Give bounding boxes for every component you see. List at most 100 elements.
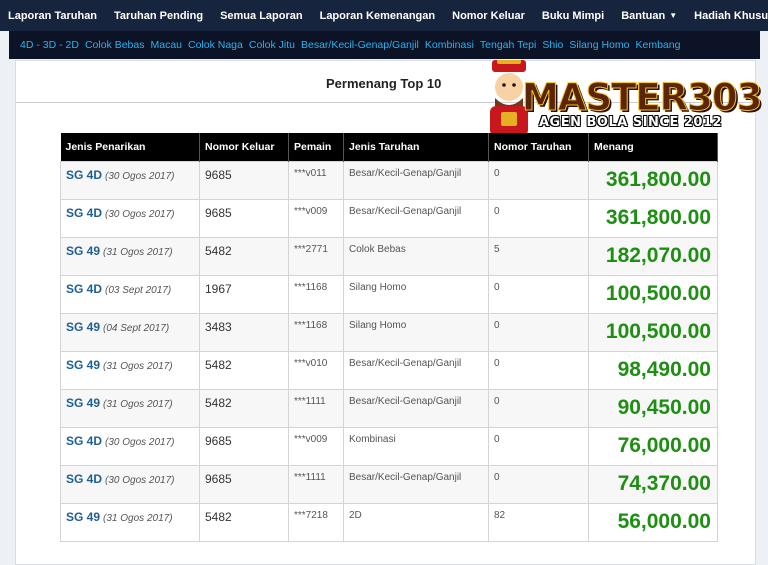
draw-date: (03 Sept 2017) (105, 284, 172, 296)
cell-jenis-taruhan: Colok Bebas (343, 236, 489, 276)
draw-date: (31 Ogos 2017) (103, 512, 173, 524)
winners-table-container: Jenis Penarikan Nomor Keluar Pemain Jeni… (60, 133, 718, 542)
cell-nomor-taruhan: 0 (488, 198, 589, 238)
subnav-tengah-tepi[interactable]: Tengah Tepi (480, 39, 536, 51)
pasaran-link[interactable]: SG 4D (66, 472, 102, 486)
cell-jenis-taruhan: Besar/Kecil-Genap/Ganjil (343, 160, 489, 200)
cell-jenis-penarikan: SG 4D (30 Ogos 2017) (60, 464, 200, 504)
header-jenis-penarikan: Jenis Penarikan (60, 133, 200, 161)
cell-pemain: ***2771 (288, 236, 344, 276)
cell-jenis-penarikan: SG 49 (31 Ogos 2017) (60, 350, 200, 390)
cell-pemain: ***7218 (288, 502, 344, 542)
table-row: SG 4D (03 Sept 2017) 1967 ***1168 Silang Hom… (60, 274, 718, 314)
pasaran-link[interactable]: SG 4D (66, 282, 102, 296)
cell-nomor-taruhan: 0 (488, 160, 589, 200)
table-row: SG 49 (31 Ogos 2017) 5482 ***2771 Colok Beba… (60, 236, 718, 276)
pasaran-link[interactable]: SG 49 (66, 320, 100, 334)
cell-pemain: ***v010 (288, 350, 344, 390)
cell-menang: 100,500.00 (588, 312, 718, 352)
cell-jenis-penarikan: SG 49 (31 Ogos 2017) (60, 502, 200, 542)
cell-nomor-taruhan: 5 (488, 236, 589, 276)
nav-laporan-kemenangan[interactable]: Laporan Kemenangan (320, 10, 436, 22)
game-type-navigation: 4D - 3D - 2D Colok Bebas Macau Colok Nag… (9, 31, 760, 59)
subnav-4d-3d-2d[interactable]: 4D - 3D - 2D (20, 39, 79, 51)
table-row: SG 49 (31 Ogos 2017) 5482 ***7218 2D 82 56,000… (60, 502, 718, 542)
draw-date: (30 Ogos 2017) (105, 170, 175, 182)
nav-taruhan-pending[interactable]: Taruhan Pending (114, 10, 203, 22)
cell-jenis-penarikan: SG 4D (30 Ogos 2017) (60, 426, 200, 466)
panel-title: Permenang Top 10 (326, 76, 442, 91)
nav-semua-laporan[interactable]: Semua Laporan (220, 10, 303, 22)
cell-jenis-taruhan: Besar/Kecil-Genap/Ganjil (343, 198, 489, 238)
cell-menang: 90,450.00 (588, 388, 718, 428)
header-pemain: Pemain (288, 133, 344, 161)
cell-pemain: ***1111 (288, 388, 344, 428)
cell-pemain: ***1168 (288, 274, 344, 314)
subnav-macau[interactable]: Macau (150, 39, 182, 51)
pasaran-link[interactable]: SG 49 (66, 396, 100, 410)
nav-bantuan-dropdown[interactable]: Bantuan ▼ (621, 10, 677, 22)
cell-nomor-keluar: 1967 (199, 274, 289, 314)
pasaran-link[interactable]: SG 4D (66, 168, 102, 182)
cell-jenis-taruhan: 2D (343, 502, 489, 542)
subnav-colok-naga[interactable]: Colok Naga (188, 39, 243, 51)
table-row: SG 49 (04 Sept 2017) 3483 ***1168 Silang Hom… (60, 312, 718, 352)
pasaran-link[interactable]: SG 49 (66, 244, 100, 258)
cell-menang: 98,490.00 (588, 350, 718, 390)
cell-nomor-taruhan: 0 (488, 426, 589, 466)
cell-jenis-penarikan: SG 4D (03 Sept 2017) (60, 274, 200, 314)
caret-down-icon: ▼ (669, 11, 678, 20)
nav-laporan-taruhan[interactable]: Laporan Taruhan (8, 10, 97, 22)
cell-jenis-taruhan: Besar/Kecil-Genap/Ganjil (343, 388, 489, 428)
table-row: SG 49 (31 Ogos 2017) 5482 ***v010 Besar/Keci… (60, 350, 718, 390)
cell-jenis-penarikan: SG 4D (30 Ogos 2017) (60, 198, 200, 238)
cell-pemain: ***v009 (288, 426, 344, 466)
cell-nomor-keluar: 5482 (199, 350, 289, 390)
cell-menang: 361,800.00 (588, 198, 718, 238)
cell-nomor-keluar: 9685 (199, 160, 289, 200)
subnav-kombinasi[interactable]: Kombinasi (425, 39, 474, 51)
subnav-silang-homo[interactable]: Silang Homo (569, 39, 629, 51)
nav-nomor-keluar[interactable]: Nomor Keluar (452, 10, 525, 22)
subnav-colok-bebas[interactable]: Colok Bebas (85, 39, 145, 51)
brand-tagline: AGEN BOLA SINCE 2012 (539, 115, 723, 130)
subnav-besar-kecil-genap-ganjil[interactable]: Besar/Kecil-Genap/Ganjil (301, 39, 419, 51)
draw-date: (31 Ogos 2017) (103, 360, 173, 372)
nav-hadiah-khusus[interactable]: Hadiah Khusus (694, 10, 768, 22)
cell-nomor-taruhan: 0 (488, 350, 589, 390)
table-row: SG 4D (30 Ogos 2017) 9685 ***v011 Besar/Keci… (60, 160, 718, 200)
cell-pemain: ***v011 (288, 160, 344, 200)
cell-nomor-keluar: 3483 (199, 312, 289, 352)
cell-jenis-penarikan: SG 49 (31 Ogos 2017) (60, 236, 200, 276)
cell-menang: 74,370.00 (588, 464, 718, 504)
brand-wordmark: MASTER303 (521, 76, 762, 120)
subnav-shio[interactable]: Shio (542, 39, 563, 51)
nav-buku-mimpi[interactable]: Buku Mimpi (542, 10, 604, 22)
cell-nomor-keluar: 5482 (199, 388, 289, 428)
cell-nomor-taruhan: 0 (488, 464, 589, 504)
cell-jenis-taruhan: Besar/Kecil-Genap/Ganjil (343, 464, 489, 504)
pasaran-link[interactable]: SG 4D (66, 206, 102, 220)
cell-nomor-taruhan: 0 (488, 274, 589, 314)
subnav-kembang[interactable]: Kembang (635, 39, 680, 51)
winners-table: Jenis Penarikan Nomor Keluar Pemain Jeni… (60, 133, 718, 542)
pasaran-link[interactable]: SG 49 (66, 510, 100, 524)
pasaran-link[interactable]: SG 49 (66, 358, 100, 372)
subnav-colok-jitu[interactable]: Colok Jitu (249, 39, 295, 51)
cell-menang: 56,000.00 (588, 502, 718, 542)
header-jenis-taruhan: Jenis Taruhan (343, 133, 489, 161)
cell-pemain: ***1168 (288, 312, 344, 352)
top-navigation: Laporan Taruhan Taruhan Pending Semua La… (0, 0, 768, 31)
cell-nomor-taruhan: 82 (488, 502, 589, 542)
table-row: SG 4D (30 Ogos 2017) 9685 ***1111 Besar/Keci… (60, 464, 718, 504)
cell-jenis-taruhan: Kombinasi (343, 426, 489, 466)
nav-bantuan-label: Bantuan (621, 9, 666, 22)
cell-menang: 100,500.00 (588, 274, 718, 314)
pasaran-link[interactable]: SG 4D (66, 434, 102, 448)
draw-date: (31 Ogos 2017) (103, 398, 173, 410)
table-row: SG 49 (31 Ogos 2017) 5482 ***1111 Besar/Keci… (60, 388, 718, 428)
header-nomor-taruhan: Nomor Taruhan (488, 133, 589, 161)
table-row: SG 4D (30 Ogos 2017) 9685 ***v009 Besar/Keci… (60, 198, 718, 238)
brand-logo: MASTER303 AGEN BOLA SINCE 2012 (476, 60, 763, 144)
cell-jenis-penarikan: SG 49 (31 Ogos 2017) (60, 388, 200, 428)
